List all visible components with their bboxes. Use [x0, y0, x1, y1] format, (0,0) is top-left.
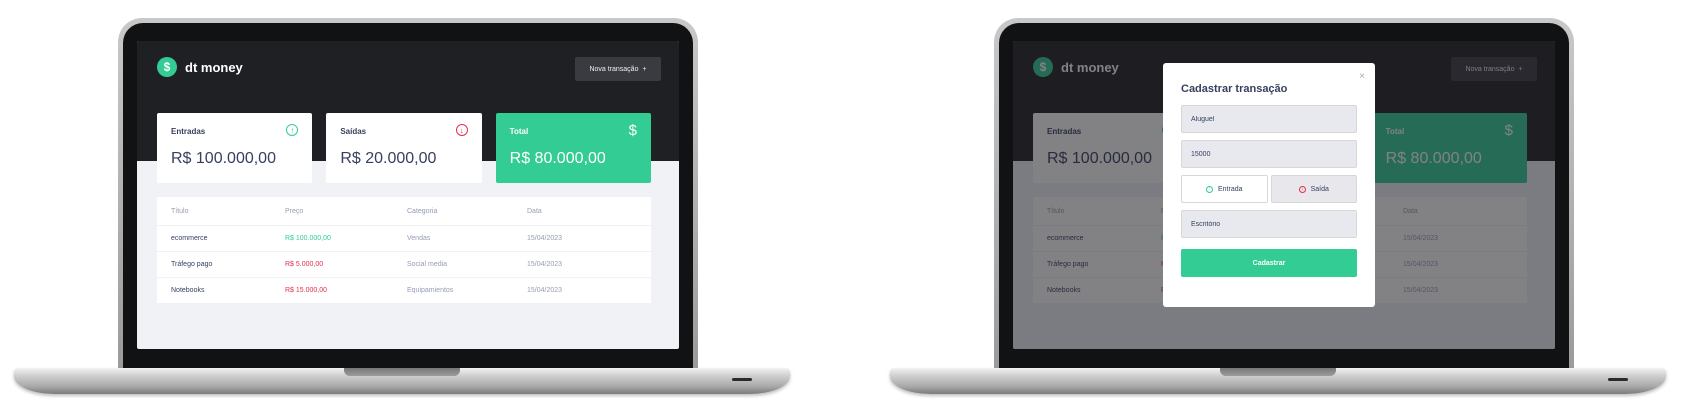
modal-title: Cadastrar transação — [1181, 83, 1288, 95]
outcome-type-button[interactable]: ↓ Saída — [1270, 175, 1357, 203]
laptop-notch — [344, 368, 460, 376]
row-price: R$ 15.000,00 — [285, 287, 328, 294]
outcome-type-label: Saída — [1310, 185, 1329, 193]
dollar-icon: $ — [628, 122, 637, 139]
total-label: Total — [509, 127, 529, 136]
transaction-type-toggle: ↑ Entrada ↓ Saída — [1181, 175, 1357, 203]
row-title: ecommerce — [171, 235, 208, 242]
brand: $ dt money — [157, 57, 243, 77]
row-price: R$ 5.000,00 — [285, 261, 324, 268]
transactions-table: Título Preço Categoria Data ecommerce R$… — [157, 197, 651, 304]
plus-icon: + — [642, 65, 647, 73]
header-title: Título — [171, 207, 189, 215]
income-type-label: Entrada — [1217, 185, 1243, 193]
total-card: Total $ R$ 80.000,00 — [495, 113, 651, 183]
title-input[interactable] — [1181, 105, 1357, 133]
laptop-lid: $ dt money Nova transação + Entradas ↑ R… — [118, 18, 698, 374]
screen-dashboard: $ dt money Nova transação + Entradas ↑ R… — [137, 41, 679, 349]
table-row[interactable]: Notebooks R$ 15.000,00 Equipamientos 15/… — [157, 278, 651, 304]
new-transaction-modal: × Cadastrar transação ↑ Entrada ↓ Saída — [1163, 63, 1375, 307]
dollar-sign-icon: $ — [157, 57, 177, 77]
income-type-button[interactable]: ↑ Entrada — [1181, 175, 1268, 203]
total-value: R$ 80.000,00 — [509, 150, 606, 167]
brand-name: dt money — [185, 59, 243, 75]
outcome-value: R$ 20.000,00 — [340, 150, 437, 167]
header-price: Preço — [285, 207, 304, 215]
laptop-indicator — [1608, 378, 1628, 381]
row-date: 15/04/2023 — [527, 261, 563, 268]
close-icon[interactable]: × — [1359, 71, 1365, 82]
new-transaction-label: Nova transação — [589, 65, 639, 73]
row-date: 15/04/2023 — [527, 235, 563, 242]
arrow-up-circle-icon: ↑ — [1205, 185, 1213, 193]
table-header: Título Preço Categoria Data — [157, 197, 651, 226]
row-price: R$ 100.000,00 — [285, 235, 331, 242]
outcome-card: Saídas ↓ R$ 20.000,00 — [326, 113, 482, 183]
screen-modal: $ dt money Nova transação + Entradas ↑ R… — [1013, 41, 1555, 349]
table-row[interactable]: ecommerce R$ 100.000,00 Vendas 15/04/202… — [157, 226, 651, 252]
row-date: 15/04/2023 — [527, 287, 563, 294]
laptop-lid: $ dt money Nova transação + Entradas ↑ R… — [994, 18, 1574, 374]
row-title: Notebooks — [171, 287, 205, 294]
header-date: Data — [527, 207, 542, 215]
laptop-bezel: $ dt money Nova transação + Entradas ↑ R… — [999, 23, 1569, 369]
row-category: Vendas — [407, 235, 431, 242]
amount-input[interactable] — [1181, 140, 1357, 168]
category-input[interactable] — [1181, 210, 1357, 238]
row-category: Equipamientos — [407, 287, 454, 294]
income-label: Entradas — [171, 127, 206, 136]
submit-button[interactable]: Cadastrar — [1181, 249, 1357, 277]
laptop-bezel: $ dt money Nova transação + Entradas ↑ R… — [123, 23, 693, 369]
outcome-label: Saídas — [340, 127, 367, 136]
new-transaction-button[interactable]: Nova transação + — [575, 57, 661, 81]
laptop-notch — [1220, 368, 1336, 376]
income-value: R$ 100.000,00 — [171, 150, 276, 167]
laptop-indicator — [732, 378, 752, 381]
table-row[interactable]: Tráfego pago R$ 5.000,00 Social media 15… — [157, 252, 651, 278]
arrow-down-circle-icon: ↓ — [455, 124, 468, 136]
row-category: Social media — [407, 261, 448, 268]
header-category: Categoria — [407, 207, 438, 215]
arrow-down-circle-icon: ↓ — [1298, 185, 1306, 193]
income-card: Entradas ↑ R$ 100.000,00 — [157, 113, 313, 183]
row-title: Tráfego pago — [171, 261, 213, 268]
summary-cards: Entradas ↑ R$ 100.000,00 Saídas ↓ R$ 20.… — [157, 113, 651, 183]
